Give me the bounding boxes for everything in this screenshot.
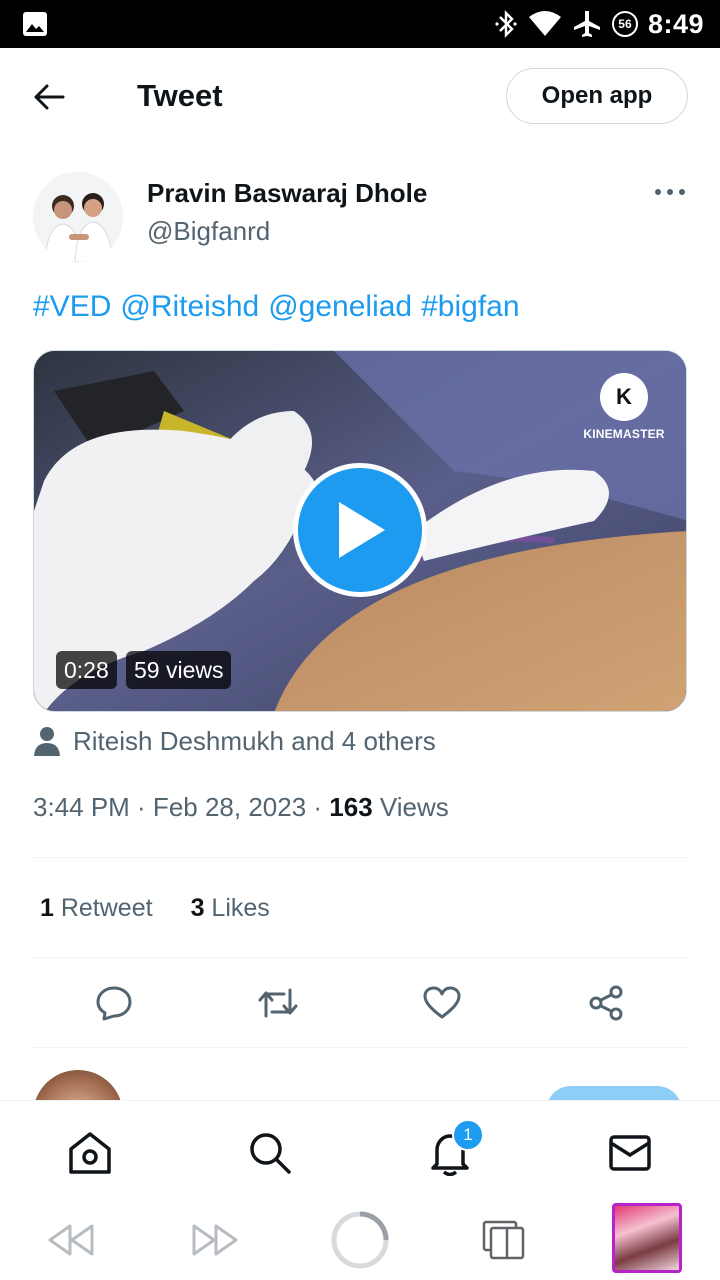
nav-home[interactable] <box>66 1129 114 1177</box>
home-icon <box>69 1132 111 1174</box>
kinemaster-logo-icon: K <box>600 373 648 421</box>
tabs-button[interactable] <box>474 1210 534 1270</box>
fast-forward-button[interactable] <box>186 1210 246 1270</box>
reply-button[interactable] <box>91 980 137 1026</box>
divider <box>33 957 687 958</box>
rewind-icon <box>48 1224 94 1256</box>
search-icon <box>250 1133 291 1174</box>
video-duration: 0:28 <box>56 651 117 689</box>
gallery-icon <box>23 12 47 36</box>
like-count: 3 <box>190 894 205 922</box>
retweet-icon <box>258 988 298 1018</box>
wifi-icon <box>528 11 561 36</box>
video-views: 59 views <box>126 651 232 689</box>
share-icon <box>589 985 623 1021</box>
retweet-count: 1 <box>40 894 54 922</box>
hashtag-link[interactable]: #VED <box>33 290 111 323</box>
heart-icon <box>423 986 461 1019</box>
view-count: 163 <box>329 792 373 822</box>
nav-messages[interactable] <box>606 1129 654 1177</box>
loading-spinner-icon <box>331 1211 389 1269</box>
retweets-stat[interactable]: 1 Retweet <box>40 894 153 923</box>
likes-stat[interactable]: 3 Likes <box>191 894 270 923</box>
tweet-actions <box>33 980 687 1026</box>
like-button[interactable] <box>419 980 465 1026</box>
like-label: Likes <box>204 894 270 922</box>
share-button[interactable] <box>583 980 629 1026</box>
more-dots-icon <box>655 189 685 195</box>
open-app-button[interactable]: Open app <box>506 68 688 124</box>
reply-icon <box>96 986 132 1021</box>
mention-link[interactable]: @Riteishd <box>120 290 259 323</box>
bottom-navigation: 1 <box>0 1100 720 1201</box>
author-name[interactable]: Pravin Baswaraj Dhole <box>147 178 427 209</box>
video-media[interactable]: K KINEMASTER 0:28 59 views <box>33 350 687 712</box>
engagement-stats: 1 Retweet 3 Likes <box>40 894 270 923</box>
back-arrow-icon <box>34 84 65 110</box>
profile-thumbnail[interactable] <box>612 1203 682 1273</box>
play-button[interactable] <box>293 463 427 597</box>
author-handle[interactable]: @Bigfanrd <box>147 216 270 247</box>
hashtag-link[interactable]: #bigfan <box>421 290 519 323</box>
tabs-icon <box>482 1220 525 1260</box>
retweet-label: Retweet <box>53 894 153 922</box>
airplane-icon <box>573 11 600 37</box>
divider <box>33 1047 687 1048</box>
view-label: Views <box>372 792 449 822</box>
kinemaster-watermark: K KINEMASTER <box>579 373 669 441</box>
tagged-users-label: Riteish Deshmukh and 4 others <box>73 725 436 756</box>
loading-button[interactable] <box>330 1210 390 1270</box>
mail-icon <box>609 1135 651 1171</box>
retweet-button[interactable] <box>255 980 301 1026</box>
notification-count-badge: 1 <box>452 1119 484 1151</box>
rewind-button[interactable] <box>40 1210 100 1270</box>
fast-forward-icon <box>192 1224 238 1256</box>
back-button[interactable] <box>28 76 70 118</box>
status-time: 8:49 <box>647 8 704 39</box>
more-options-button[interactable] <box>652 180 688 204</box>
nav-search[interactable] <box>246 1129 294 1177</box>
bluetooth-icon <box>495 10 517 38</box>
play-icon <box>339 502 385 558</box>
page-title: Tweet <box>137 78 223 113</box>
status-bar: 56 8:49 <box>0 0 720 48</box>
author-avatar[interactable] <box>33 172 123 262</box>
person-icon <box>34 727 60 756</box>
top-app-bar: Tweet Open app <box>0 48 720 146</box>
tweet-timestamp[interactable]: 3:44 PM · Feb 28, 2023 · <box>33 792 329 822</box>
watermark-label: KINEMASTER <box>583 427 665 441</box>
avatar-photo <box>33 172 123 262</box>
tagged-users[interactable]: Riteish Deshmukh and 4 others <box>33 725 436 757</box>
tweet-text: #VED @Riteishd @geneliad #bigfan <box>33 290 529 324</box>
battery-saver-badge: 56 <box>611 11 638 37</box>
tweet-meta: 3:44 PM · Feb 28, 2023 · 163 Views <box>33 792 449 823</box>
mention-link[interactable]: @geneliad <box>268 290 412 323</box>
divider <box>33 857 687 858</box>
